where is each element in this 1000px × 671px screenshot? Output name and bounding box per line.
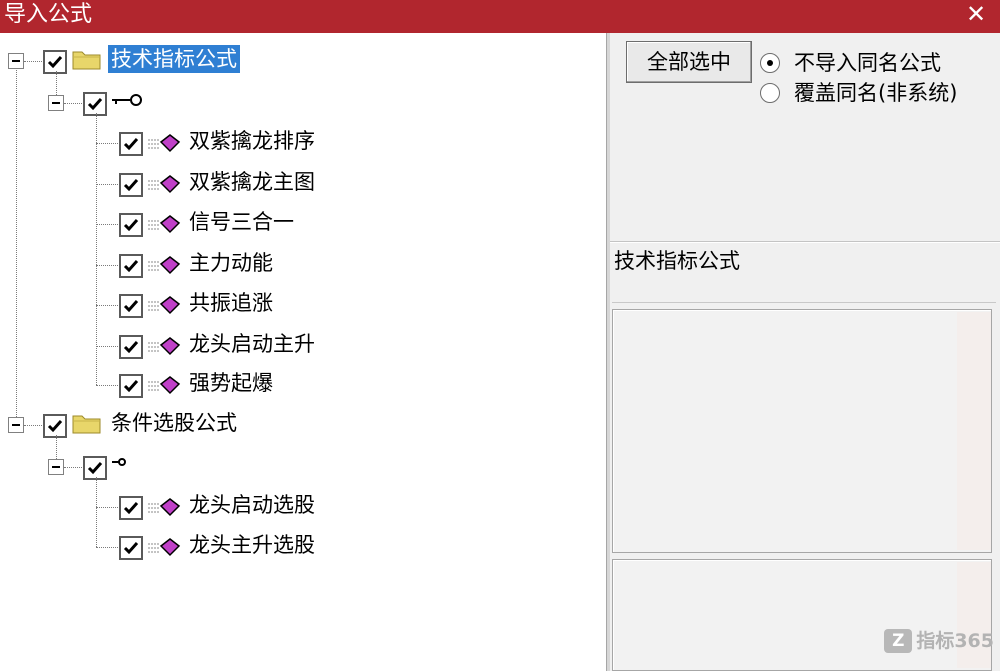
tree-group-label[interactable]: 技术指标公式	[108, 45, 240, 73]
formula-tree[interactable]: 技术指标公式 双紫擒龙排序 双紫擒龙主图 信号三合一 主力动能 共振追涨 龙头启…	[0, 33, 606, 671]
tree-item-label[interactable]: 双紫擒龙排序	[186, 127, 318, 155]
formula-name: 技术指标公式	[614, 249, 740, 273]
formula-icon	[148, 175, 181, 194]
folder-icon	[72, 415, 101, 434]
tree-collapse-toggle[interactable]	[8, 53, 24, 69]
key-icon	[112, 94, 142, 106]
group-checkbox[interactable]	[43, 50, 67, 74]
title-bar: 导入公式 ✕	[0, 0, 1000, 33]
watermark: Z 指标365	[884, 627, 994, 655]
tree-item-label[interactable]: 龙头主升选股	[186, 531, 318, 559]
window-title: 导入公式	[4, 2, 93, 27]
radio-label[interactable]: 覆盖同名(非系统)	[794, 79, 957, 107]
close-icon[interactable]: ✕	[964, 1, 988, 27]
formula-icon	[148, 256, 181, 275]
formula-description-panel[interactable]	[612, 309, 992, 553]
tree-item-checkbox[interactable]	[119, 536, 143, 560]
tree-item-label[interactable]: 信号三合一	[186, 208, 297, 236]
tree-item-checkbox[interactable]	[119, 294, 143, 318]
formula-icon	[148, 296, 181, 315]
tree-item-checkbox[interactable]	[119, 335, 143, 359]
subgroup-collapse-toggle[interactable]	[48, 459, 64, 475]
tree-item-checkbox[interactable]	[119, 374, 143, 398]
options-panel: 全部选中 不导入同名公式 覆盖同名(非系统) 技术指标公式 Z 指标365	[610, 33, 1000, 671]
select-all-button[interactable]: 全部选中	[626, 41, 752, 83]
tree-item-checkbox[interactable]	[119, 213, 143, 237]
tree-item-checkbox[interactable]	[119, 496, 143, 520]
subgroup-checkbox[interactable]	[83, 92, 107, 116]
formula-icon	[148, 337, 181, 356]
subgroup-checkbox[interactable]	[83, 456, 107, 480]
folder-icon	[72, 51, 101, 70]
formula-icon	[148, 538, 181, 557]
subgroup-collapse-toggle[interactable]	[48, 95, 64, 111]
formula-name-box: 技术指标公式	[612, 243, 996, 303]
group-checkbox[interactable]	[43, 414, 67, 438]
tree-item-label[interactable]: 共振追涨	[186, 289, 276, 317]
tree-item-checkbox[interactable]	[119, 132, 143, 156]
tree-item-label[interactable]: 双紫擒龙主图	[186, 168, 318, 196]
formula-icon	[148, 498, 181, 517]
tree-collapse-toggle[interactable]	[8, 417, 24, 433]
radio-indicator[interactable]	[760, 83, 780, 103]
tree-group-label[interactable]: 条件选股公式	[108, 409, 240, 437]
tree-item-label[interactable]: 龙头启动选股	[186, 491, 318, 519]
tree-item-label[interactable]: 主力动能	[186, 249, 276, 277]
tree-item-label[interactable]: 龙头启动主升	[186, 330, 318, 358]
tree-item-checkbox[interactable]	[119, 254, 143, 278]
tree-item-checkbox[interactable]	[119, 173, 143, 197]
formula-icon	[148, 134, 181, 153]
radio-indicator[interactable]	[760, 53, 780, 73]
watermark-logo-icon: Z	[884, 629, 913, 653]
watermark-text: 指标365	[916, 630, 994, 652]
radio-label[interactable]: 不导入同名公式	[794, 49, 941, 77]
key-icon	[112, 458, 126, 466]
formula-icon	[148, 215, 181, 234]
tree-item-label[interactable]: 强势起爆	[186, 369, 276, 397]
formula-icon	[148, 376, 181, 395]
